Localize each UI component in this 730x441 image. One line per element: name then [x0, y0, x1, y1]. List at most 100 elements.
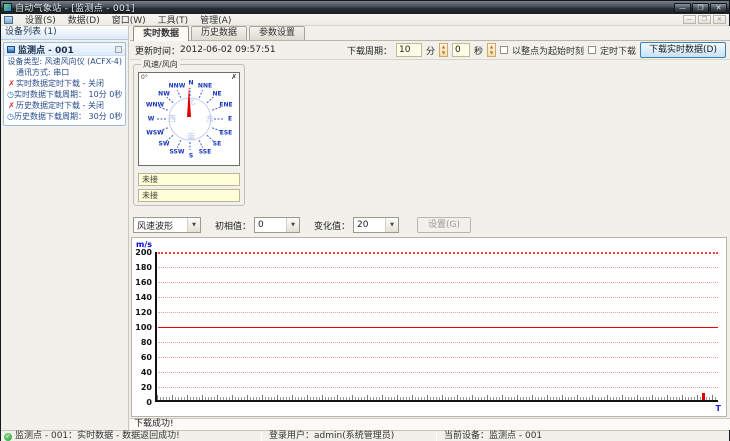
wind-speed-chart: m/s 200 180 160 140 120 100 80 60 40 20 0 T	[131, 237, 727, 417]
device-info-type: 设备类型: 风速风向仪 (ACFX-4)	[7, 57, 122, 66]
wind-groupbox: 风速/风向 0° ✗ N NNE NE ENE E ESE SE SSE S S…	[133, 59, 245, 206]
status-divider	[261, 432, 262, 441]
y-tick-label: 60	[140, 353, 152, 362]
change-value-select[interactable]: 20 ▼	[353, 217, 400, 233]
tab-parameter-settings[interactable]: 参数设置	[249, 26, 306, 40]
device-panel-title: 监测点 - 001	[18, 45, 74, 56]
chevron-down-icon: ▼	[187, 218, 200, 232]
download-realtime-button[interactable]: 下载实时数据(D)	[640, 42, 726, 58]
gridline-60	[158, 357, 718, 358]
y-tick-label: 40	[140, 368, 152, 377]
y-tick-label: 140	[135, 293, 152, 302]
x-axis-ruler	[157, 395, 718, 400]
chevron-down-icon: ▼	[286, 218, 300, 232]
y-tick-label: 180	[135, 263, 152, 272]
current-device: 当前设备：监测点 - 001	[444, 431, 543, 441]
log-bar: 下载成功!	[130, 418, 730, 430]
waveform-type-select[interactable]: 风速波形 ▼	[133, 217, 201, 233]
wind-speed-field: 未接	[138, 173, 240, 186]
gridline-120	[158, 312, 718, 313]
menu-data[interactable]: 数据(D)	[62, 13, 106, 26]
device-sidebar: 设备列表 (1) 监测点 - 001 设备类型: 风速风向仪 (ACFX-4) …	[1, 26, 129, 430]
menu-settings[interactable]: 设置(S)	[19, 13, 62, 26]
y-tick-label: 200	[135, 248, 152, 257]
tab-strip: 实时数据 历史数据 参数设置	[130, 26, 730, 41]
change-value-label: 变化值：	[314, 221, 351, 232]
dir-s: S	[188, 152, 194, 160]
y-tick-label: 0	[146, 398, 152, 407]
pin-icon[interactable]	[115, 45, 122, 53]
clock-icon: ◷	[7, 90, 14, 99]
mdi-window-controls: — ❐ ✕	[683, 15, 726, 24]
device-panel-header[interactable]: 监测点 - 001	[4, 43, 125, 56]
success-check-icon: ✓	[4, 433, 12, 441]
tab-realtime-data[interactable]: 实时数据	[133, 26, 190, 41]
menu-tools[interactable]: 工具(T)	[152, 13, 195, 26]
dir-sse: SSE	[198, 148, 212, 156]
gridline-140	[158, 297, 718, 298]
close-button[interactable]: ✕	[710, 2, 727, 13]
device-info-history-period: ◷ 历史数据下载周期： 30分 0秒	[7, 112, 123, 121]
timed-download-checkbox[interactable]	[588, 46, 597, 54]
compass-east-cn: 东	[206, 114, 214, 124]
gridline-80	[158, 342, 718, 343]
app-window: 自动气象站 - [监测点 - 001] — ❐ ✕ 设置(S) 数据(D) 窗口…	[0, 0, 730, 441]
menu-admin[interactable]: 管理(A)	[194, 13, 237, 26]
seconds-input[interactable]: 0	[452, 43, 470, 57]
login-user: 登录用户：admin(系统管理员)	[269, 431, 395, 441]
window-controls: — ❐ ✕	[674, 2, 727, 13]
dir-w: W	[147, 115, 155, 123]
gridline-180	[158, 267, 718, 268]
timed-download-label: 定时下载	[600, 46, 637, 57]
y-tick-label: 160	[135, 278, 152, 287]
download-toolbar: 更新时间： 2012-06-02 09:57:51 下载周期： 10 分 ▲ ▼ …	[130, 41, 730, 60]
device-info-realtime-period: ◷ 实时数据下载周期： 10分 0秒	[7, 90, 123, 99]
compass-status-icon: ✗	[231, 73, 237, 81]
set-button[interactable]: 设置(G)	[417, 217, 472, 233]
device-info-comm: 通讯方式: 串口	[16, 68, 70, 77]
minutes-input[interactable]: 10	[395, 43, 422, 57]
dir-ene: ENE	[219, 101, 233, 109]
dir-nnw: NNW	[168, 82, 186, 90]
y-tick-label: 100	[135, 323, 152, 332]
download-controls: 下载周期： 10 分 ▲ ▼ 0 秒 ▲ ▼ 以整点为起始时刻 定时下载 下载实时数…	[347, 42, 726, 58]
maximize-button[interactable]: ❐	[692, 2, 709, 13]
dir-se: SE	[212, 140, 222, 148]
align-hour-label: 以整点为起始时刻	[512, 46, 585, 57]
dir-ne: NE	[212, 90, 222, 98]
compass-west-cn: 西	[168, 114, 176, 124]
dir-sw: SW	[158, 140, 170, 148]
chart-plot	[155, 252, 718, 402]
mdi-child-icon	[4, 15, 13, 24]
minimize-button[interactable]: —	[674, 2, 691, 13]
dir-wnw: WNW	[145, 101, 165, 109]
realtime-content: 风速/风向 0° ✗ N NNE NE ENE E ESE SE SSE S S…	[130, 59, 730, 418]
gridline-100	[158, 327, 718, 328]
device-info-history-timer: ✗ 历史数据定时下载 - 关闭	[8, 101, 104, 110]
x-mark-icon: ✗	[8, 101, 15, 110]
y-tick-label: 120	[135, 308, 152, 317]
wind-direction-field: 未接	[138, 189, 240, 202]
tab-history-data[interactable]: 历史数据	[191, 26, 248, 40]
gridline-160	[158, 282, 718, 283]
app-icon	[3, 3, 12, 12]
x-mark-icon: ✗	[8, 79, 15, 88]
menu-window[interactable]: 窗口(W)	[106, 13, 152, 26]
y-tick-label: 80	[140, 338, 152, 347]
gridline-40	[158, 372, 718, 373]
mdi-minimize-button[interactable]: —	[683, 15, 696, 24]
minutes-stepper[interactable]: ▲ ▼	[439, 43, 448, 57]
initial-value-select[interactable]: 0 ▼	[254, 217, 301, 233]
wind-compass: 0° ✗ N NNE NE ENE E ESE SE SSE S SSW SW …	[138, 72, 240, 166]
align-hour-checkbox[interactable]	[500, 46, 509, 54]
dir-wsw: WSW	[146, 129, 164, 137]
dir-nne: NNE	[197, 82, 213, 90]
device-icon	[7, 45, 15, 53]
mdi-restore-button[interactable]: ❐	[698, 15, 711, 24]
seconds-stepper[interactable]: ▲ ▼	[487, 43, 497, 57]
main-panel: 实时数据 历史数据 参数设置 更新时间： 2012-06-02 09:57:51…	[130, 26, 730, 418]
mdi-close-button[interactable]: ✕	[713, 15, 726, 24]
compass-degree-label: 0°	[141, 74, 148, 81]
seconds-unit-label: 秒	[474, 46, 484, 57]
device-panel[interactable]: 监测点 - 001 设备类型: 风速风向仪 (ACFX-4) 通讯方式: 串口 …	[3, 42, 126, 126]
